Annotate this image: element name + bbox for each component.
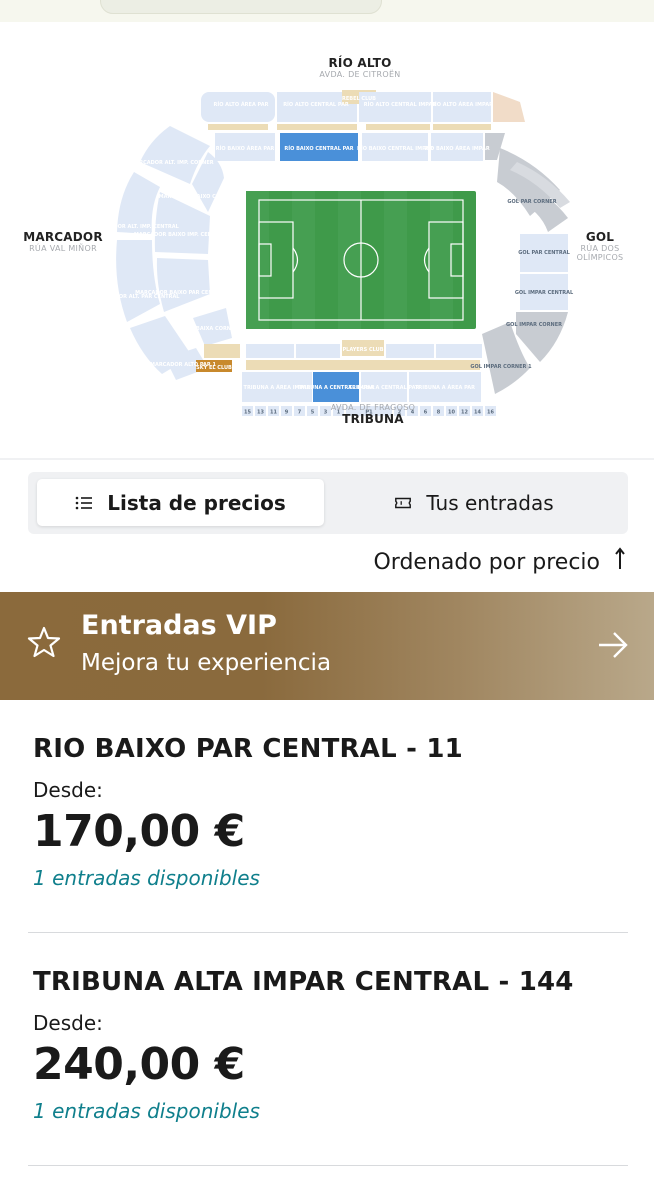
view-tabs: Lista de precios Tus entradas — [28, 472, 628, 534]
tab-your-tickets[interactable]: Tus entradas — [328, 479, 620, 526]
box-section-label: 7 — [298, 410, 302, 416]
box-section-label: 11 — [270, 410, 277, 416]
label-rio-baixo-central-par: RÍO BAIXO CENTRAL PAR — [284, 144, 353, 152]
label-rio-alto-central-impar: RÍO ALTO CENTRAL IMPAR — [364, 100, 437, 108]
listing-divider — [28, 932, 628, 933]
label-gol-impar-central: GOL IMPAR CENTRAL — [515, 290, 574, 296]
tab-price-list[interactable]: Lista de precios — [37, 479, 324, 526]
listing-price: 170,00 € — [33, 806, 245, 857]
label-tribuna-a-area-par: TRIBUNA A ÁREA PAR — [415, 384, 475, 391]
section-tribuna-strip-4 — [436, 344, 482, 358]
box-section-label: 15 — [244, 410, 251, 416]
listing-card[interactable]: TRIBUNA ALTA IMPAR CENTRAL - 144 Desde: … — [28, 967, 628, 1167]
gol-stand — [482, 148, 570, 394]
label-marcador-alt-imp-corner: MARCADOR ALT. IMP. CORNER — [130, 160, 213, 166]
label-rio-baixo-central-impar: RÍO BAIXO CENTRAL IMPAR — [357, 144, 433, 152]
section-small-gold — [204, 344, 240, 358]
label-marcador-baixo-par-central: MARCADOR BAIXO PAR CENTRAL — [135, 290, 228, 296]
strip-2 — [277, 124, 357, 130]
marcador-title: MARCADOR — [23, 230, 103, 244]
section-tribuna-strip-3 — [386, 344, 434, 358]
section-marcador-baixo-par-central — [156, 258, 210, 312]
section-marcador-baixo-imp-central — [154, 192, 210, 254]
stadium-map[interactable]: 15 13 11 9 7 5 3 1 P1 2 4 6 8 10 12 14 16 RÍO ALTO ÁREA … — [0, 22, 654, 458]
tab-price-list-label: Lista de precios — [107, 490, 286, 515]
label-gol-impar-corner-1: GOL IMPAR CORNER 1 — [470, 364, 532, 370]
sort-label: Ordenado por precio — [373, 549, 600, 575]
box-section-label: 9 — [285, 410, 289, 416]
map-divider — [0, 458, 654, 460]
gol-street-1: RÚA DOS — [580, 244, 620, 253]
section-marcador-alt-par-central — [116, 240, 160, 322]
sort-arrow-icon — [614, 547, 626, 577]
listing-from-label: Desde: — [33, 1011, 103, 1035]
listing-availability: 1 entradas disponibles — [33, 866, 260, 890]
vip-subtitle: Mejora tu experiencia — [81, 650, 332, 676]
sort-control[interactable]: Ordenado por precio — [373, 545, 626, 579]
box-section-label: 16 — [487, 410, 494, 416]
listing-from-label: Desde: — [33, 778, 103, 802]
box-section-label: 12 — [461, 410, 468, 416]
listing-availability: 1 entradas disponibles — [33, 1099, 260, 1123]
label-rio-alto-area-par: RÍO ALTO ÁREA PAR — [213, 100, 268, 108]
label-rio-baixo-area-impar: RÍO BAIXO ÁREA IMPAR — [424, 144, 490, 152]
label-sky-el-club: SKY EL CLUB — [196, 365, 232, 371]
label-marcador-baixo-corner: MARCADOR BAIXO CORNER — [159, 194, 236, 200]
label-t-baixa-corner: T. BAIXA CORNER — [190, 326, 239, 332]
label-gol-par-corner: GOL PAR CORNER — [507, 199, 556, 205]
star-icon — [27, 626, 61, 658]
rio-alto-title: RÍO ALTO — [328, 56, 392, 70]
strip-1 — [208, 124, 268, 130]
listing-price: 240,00 € — [33, 1039, 245, 1090]
strip-4 — [433, 124, 491, 130]
rio-alto-street: AVDA. DE CITROËN — [319, 70, 401, 79]
search-pill[interactable] — [100, 0, 382, 14]
box-section-label: 14 — [474, 410, 481, 416]
section-corner-upper-right — [493, 92, 525, 122]
list-icon — [75, 494, 93, 512]
ticket-icon — [394, 494, 412, 512]
listing-card[interactable]: RIO BAIXO PAR CENTRAL - 11 Desde: 170,00… — [28, 734, 628, 934]
section-tribuna-strip-1 — [246, 344, 294, 358]
tribuna-label: AVDA. DE FRAGOSO TRIBUNA — [313, 403, 433, 426]
vip-banner[interactable]: Entradas VIP Mejora tu experiencia — [0, 592, 654, 700]
gol-street-2: OLÍMPICOS — [576, 253, 624, 262]
listing-divider — [28, 1165, 628, 1166]
marcador-street: RÚA VAL MIÑOR — [29, 244, 97, 253]
label-gol-impar-corner: GOL IMPAR CORNER — [506, 322, 562, 328]
pitch — [246, 191, 476, 329]
arrow-right-icon — [599, 632, 628, 658]
section-gol-impar-corner — [516, 312, 568, 362]
listing-name: TRIBUNA ALTA IMPAR CENTRAL - 144 — [33, 967, 574, 997]
tab-your-tickets-label: Tus entradas — [426, 490, 554, 515]
strip-3 — [366, 124, 430, 130]
section-tribuna-gold-strip — [246, 360, 480, 370]
label-rio-alto-central-par: RÍO ALTO CENTRAL PAR — [283, 100, 349, 108]
label-players-club: PLAYERS CLUB — [342, 347, 383, 353]
box-section-label: 8 — [437, 410, 441, 416]
vip-title: Entradas VIP — [81, 610, 277, 641]
tribuna-title: TRIBUNA — [342, 412, 404, 426]
tribuna-street: AVDA. DE FRAGOSO — [330, 403, 416, 412]
section-tribuna-strip-2 — [296, 344, 340, 358]
label-marcador-alt-imp-central: MARCADOR ALT. IMP. CENTRAL — [93, 224, 179, 230]
label-marcador-baixo-imp-central: MARCADOR BAIXO IMP. CENTRAL — [134, 232, 227, 238]
gol-title: GOL — [585, 230, 615, 244]
top-search-strip — [0, 0, 654, 23]
rio-alto-label: RÍO ALTO AVDA. DE CITROËN — [310, 56, 410, 79]
label-rio-baixo-area-par: RÍO BAIXO ÁREA PAR — [216, 144, 275, 152]
gol-label: GOL RÚA DOS OLÍMPICOS — [570, 230, 630, 262]
marcador-label: MARCADOR RÚA VAL MIÑOR — [20, 230, 106, 253]
box-section-label: 13 — [257, 410, 264, 416]
listing-name: RIO BAIXO PAR CENTRAL - 11 — [33, 734, 463, 764]
box-section-label: 10 — [448, 410, 455, 416]
label-gol-par-central: GOL PAR CENTRAL — [518, 250, 570, 256]
label-tribuna-a-central-par: TRIBUNA A CENTRAL PAR — [349, 385, 420, 391]
label-rio-alto-area-impar: RÍO ALTO ÁREA IMPAR — [431, 100, 493, 108]
